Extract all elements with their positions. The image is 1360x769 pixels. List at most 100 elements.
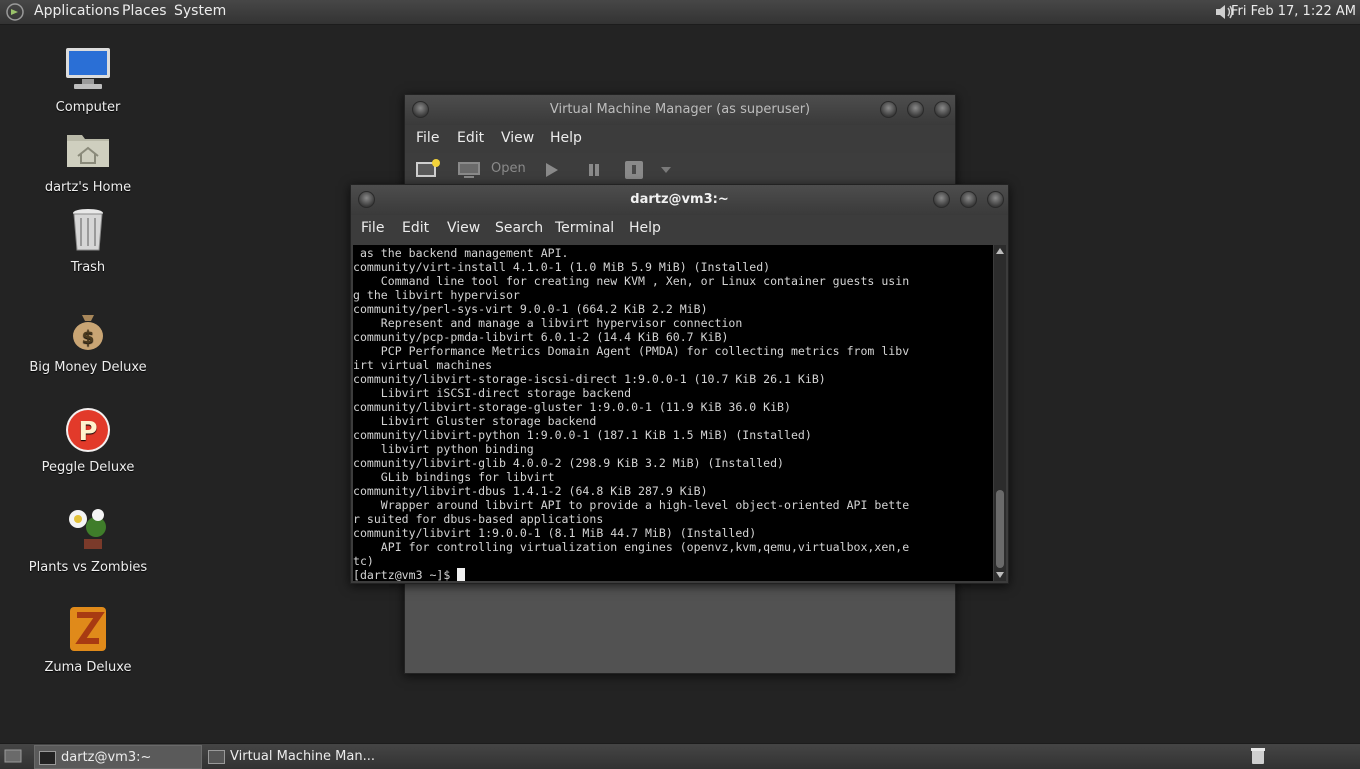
chevron-down-icon[interactable]: [661, 167, 671, 173]
menu-edit[interactable]: Edit: [402, 220, 429, 236]
desktop-icon-label: Computer: [55, 100, 121, 115]
vmm-menubar: File Edit View Help: [405, 125, 955, 153]
window-title: Virtual Machine Manager (as superuser): [549, 102, 811, 117]
terminal-line: PCP Performance Metrics Domain Agent (PM…: [380, 344, 910, 358]
computer-icon: [66, 48, 110, 89]
terminal-line: community/libvirt-storage-iscsi-direct 1…: [353, 372, 826, 386]
taskbar-item-vmm[interactable]: Virtual Machine Man...: [204, 745, 394, 767]
terminal-line: community/libvirt-python 1:9.0.0-1 (187.…: [353, 428, 812, 442]
menu-view[interactable]: View: [501, 130, 534, 146]
terminal-window: dartz@vm3:~ File Edit View Search Termin…: [350, 184, 1009, 584]
menu-help[interactable]: Help: [550, 130, 582, 146]
menu-terminal[interactable]: Terminal: [555, 220, 614, 236]
svg-text:$: $: [82, 327, 95, 348]
desktop-icon-trash[interactable]: Trash: [23, 205, 153, 277]
desktop-icon-label: dartz's Home: [44, 180, 132, 195]
minimize-button[interactable]: [880, 101, 897, 118]
top-panel: Applications Places System Fri Feb 17, 1…: [0, 0, 1360, 25]
desktop-icon-label: Big Money Deluxe: [29, 360, 147, 375]
menu-search[interactable]: Search: [495, 220, 543, 236]
menu-applications[interactable]: Applications: [34, 3, 120, 19]
desktop-icon-plants-vs-zombies[interactable]: Plants vs Zombies: [23, 505, 153, 577]
maximize-button[interactable]: [907, 101, 924, 118]
terminal-line: tc): [353, 554, 374, 568]
terminal-line: libvirt python binding: [380, 442, 534, 456]
bottom-panel: dartz@vm3:~ Virtual Machine Man...: [0, 743, 1360, 769]
taskbar-item-label: dartz@vm3:~: [61, 750, 152, 765]
scrollbar-thumb[interactable]: [996, 490, 1004, 568]
minimize-button[interactable]: [933, 191, 950, 208]
terminal-line: Command line tool for creating new KVM ,…: [380, 274, 910, 288]
terminal-menubar: File Edit View Search Terminal Help: [351, 215, 1008, 243]
menu-system[interactable]: System: [174, 3, 226, 19]
terminal-lines: as the backend management API. community…: [353, 246, 909, 568]
close-button[interactable]: [934, 101, 951, 118]
desktop-icon-label: Trash: [70, 260, 106, 275]
terminal-line: community/perl-sys-virt 9.0.0-1 (664.2 K…: [353, 302, 708, 316]
plants-icon: [69, 509, 106, 549]
clock[interactable]: Fri Feb 17, 1:22 AM: [1231, 4, 1356, 19]
desktop-icon-computer[interactable]: Computer: [23, 45, 153, 117]
peggle-icon: P: [66, 408, 110, 452]
desktop-icon-peggle[interactable]: P Peggle Deluxe: [23, 405, 153, 477]
vmm-icon: [208, 750, 225, 764]
terminal-cursor: [457, 568, 466, 581]
terminal-titlebar[interactable]: dartz@vm3:~: [351, 185, 1008, 215]
svg-text:P: P: [78, 417, 97, 447]
menu-places[interactable]: Places: [122, 3, 167, 19]
money-bag-icon: $: [73, 315, 103, 350]
terminal-line: community/libvirt-storage-gluster 1:9.0.…: [353, 400, 791, 414]
terminal-line: community/pcp-pmda-libvirt 6.0.1-2 (14.4…: [353, 330, 729, 344]
zuma-icon: [70, 607, 106, 651]
terminal-line: community/libvirt 1:9.0.0-1 (8.1 MiB 44.…: [353, 526, 757, 540]
desktop-icon-label: Plants vs Zombies: [28, 560, 148, 575]
distro-logo-icon[interactable]: [6, 3, 24, 21]
scroll-down-icon[interactable]: [996, 572, 1004, 578]
trash-icon: [73, 209, 103, 251]
desktop-icon-home[interactable]: dartz's Home: [23, 125, 153, 197]
terminal-line: community/libvirt-dbus 1.4.1-2 (64.8 KiB…: [353, 484, 708, 498]
menu-help[interactable]: Help: [629, 220, 661, 236]
desktop-icon-zuma[interactable]: Zuma Deluxe: [23, 605, 153, 677]
home-folder-icon: [67, 135, 109, 167]
menu-edit[interactable]: Edit: [457, 130, 484, 146]
window-title: dartz@vm3:~: [630, 192, 729, 207]
taskbar-item-terminal[interactable]: dartz@vm3:~: [34, 745, 202, 769]
trash-applet-icon[interactable]: [1250, 747, 1266, 765]
terminal-line: g the libvirt hypervisor: [353, 288, 520, 302]
show-desktop-icon[interactable]: [4, 748, 22, 764]
open-button[interactable]: Open: [491, 161, 526, 176]
terminal-line: API for controlling virtualization engin…: [380, 540, 910, 554]
terminal-icon: [39, 751, 56, 765]
terminal-line: GLib bindings for libvirt: [380, 470, 555, 484]
shutdown-icon[interactable]: [624, 160, 644, 180]
close-button[interactable]: [987, 191, 1004, 208]
menu-view[interactable]: View: [447, 220, 480, 236]
scroll-up-icon[interactable]: [996, 248, 1004, 254]
terminal-line: Represent and manage a libvirt hyperviso…: [380, 316, 743, 330]
pause-icon[interactable]: [587, 163, 601, 177]
terminal-output[interactable]: as the backend management API. community…: [353, 245, 993, 581]
desktop-icon-label: Zuma Deluxe: [44, 660, 132, 675]
terminal-line: as the backend management API.: [359, 246, 569, 260]
terminal-line: Libvirt Gluster storage backend: [380, 414, 597, 428]
menu-file[interactable]: File: [361, 220, 384, 236]
desktop-icon-label: Peggle Deluxe: [41, 460, 135, 475]
vmm-toolbar: Open: [405, 153, 955, 187]
vmm-titlebar[interactable]: Virtual Machine Manager (as superuser): [405, 95, 955, 125]
terminal-line: Wrapper around libvirt API to provide a …: [380, 498, 910, 512]
menu-file[interactable]: File: [416, 130, 439, 146]
terminal-text: as the backend management API. community…: [353, 246, 909, 581]
terminal-line: Libvirt iSCSI-direct storage backend: [380, 386, 632, 400]
play-icon[interactable]: [545, 162, 559, 178]
new-vm-icon[interactable]: [415, 159, 441, 181]
terminal-line: r suited for dbus-based applications: [353, 512, 604, 526]
console-icon[interactable]: [457, 161, 481, 179]
terminal-line: community/virt-install 4.1.0-1 (1.0 MiB …: [353, 260, 771, 274]
terminal-scrollbar[interactable]: [994, 245, 1006, 581]
maximize-button[interactable]: [960, 191, 977, 208]
taskbar-item-label: Virtual Machine Man...: [230, 749, 375, 764]
terminal-prompt: [dartz@vm3 ~]$: [353, 568, 458, 581]
desktop-icon-big-money[interactable]: $ Big Money Deluxe: [23, 305, 153, 377]
terminal-line: community/libvirt-glib 4.0.0-2 (298.9 Ki…: [353, 456, 785, 470]
